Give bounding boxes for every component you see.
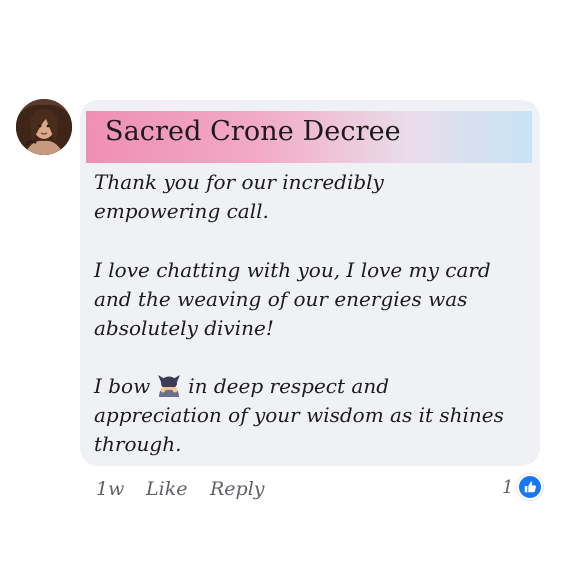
comment-text-fragment: in deep respect and bbox=[188, 374, 390, 398]
comment-paragraph-2: I love chatting with you, I love my card… bbox=[94, 256, 534, 343]
comment-text-line: Thank you for our incredibly bbox=[94, 170, 384, 194]
thumbs-up-icon bbox=[517, 474, 544, 500]
avatar-photo bbox=[16, 99, 72, 155]
comment-text-fragment: I bow bbox=[94, 374, 151, 398]
reply-button[interactable]: Reply bbox=[210, 478, 265, 500]
comment-author-name[interactable]: Sacred Crone Decree bbox=[105, 116, 401, 147]
comment-text-line: and the weaving of our energies was bbox=[94, 287, 468, 311]
comment-timestamp[interactable]: 1w bbox=[96, 478, 124, 500]
comment-text-line: absolutely divine! bbox=[94, 316, 274, 340]
reaction-count: 1 bbox=[502, 476, 514, 498]
like-button[interactable]: Like bbox=[146, 478, 187, 500]
person-bowing-icon bbox=[156, 373, 182, 397]
comment-paragraph-1: Thank you for our incredibly empowering … bbox=[94, 168, 534, 226]
comment-text-line: appreciation of your wisdom as it shines bbox=[94, 403, 504, 427]
comment-paragraph-3: I bow in deep respect and appreciation o… bbox=[94, 372, 534, 459]
comment-text-line: I bow in deep respect and bbox=[94, 372, 534, 401]
comment-text-line: I love chatting with you, I love my card bbox=[94, 258, 491, 282]
comment-text-line: empowering call. bbox=[94, 199, 269, 223]
author-avatar[interactable] bbox=[16, 99, 72, 155]
comment-text-line: through. bbox=[94, 432, 182, 456]
reaction-summary[interactable]: 1 bbox=[502, 474, 544, 500]
